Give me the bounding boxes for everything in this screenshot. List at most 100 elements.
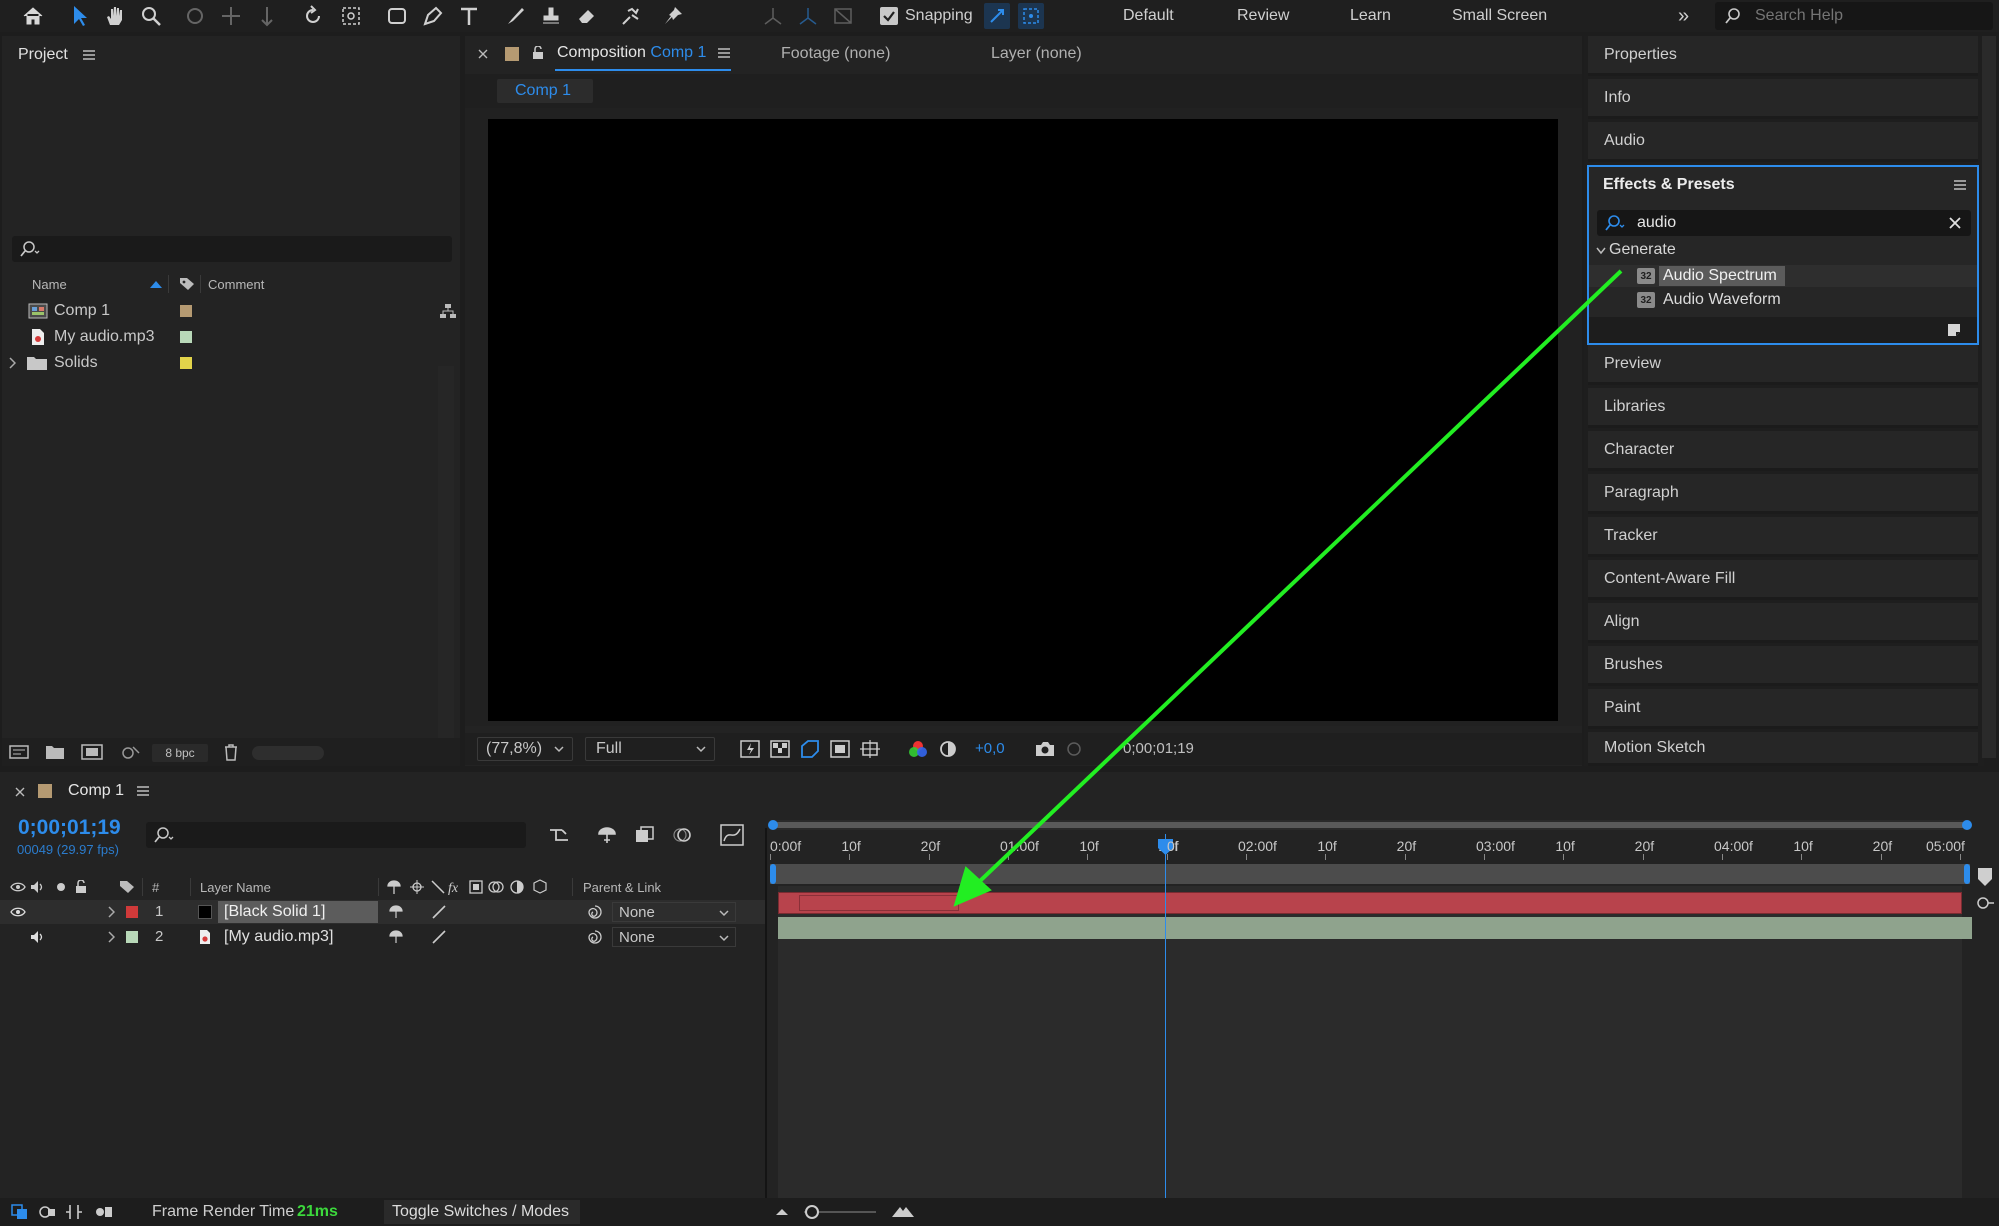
- orbit-tool-icon[interactable]: [182, 3, 208, 29]
- viewer-timecode[interactable]: 0;00;01;19: [1123, 740, 1194, 757]
- project-item-solids-folder[interactable]: Solids: [2, 350, 462, 376]
- label-color-swatch[interactable]: [180, 357, 192, 369]
- type-tool-icon[interactable]: [456, 3, 482, 29]
- eye-visibility-icon[interactable]: [10, 905, 26, 919]
- toggle-switches-modes-button[interactable]: Toggle Switches / Modes: [384, 1200, 580, 1224]
- selection-tool-icon[interactable]: [68, 2, 92, 30]
- transfer-controls-icon[interactable]: [38, 1203, 58, 1221]
- new-composition-icon[interactable]: [80, 743, 104, 761]
- brush-tool-icon[interactable]: [502, 3, 528, 29]
- effect-item-audio-spectrum[interactable]: 32 Audio Spectrum: [1589, 265, 1977, 287]
- comp-marker-bin-icon[interactable]: [1976, 866, 1994, 888]
- quality-switch-icon[interactable]: [430, 929, 448, 945]
- trash-icon[interactable]: [222, 742, 240, 762]
- brushes-panel-tab[interactable]: Brushes: [1588, 646, 1978, 686]
- libraries-panel-tab[interactable]: Libraries: [1588, 388, 1978, 428]
- navigator-start-handle[interactable]: [768, 820, 778, 830]
- home-icon[interactable]: [20, 4, 46, 28]
- track-end-icon[interactable]: [1974, 894, 1996, 912]
- navigator-end-handle[interactable]: [1962, 820, 1972, 830]
- panel-menu-icon[interactable]: [1953, 179, 1967, 191]
- axis-world-icon[interactable]: [795, 3, 821, 29]
- content-aware-fill-panel-tab[interactable]: Content-Aware Fill: [1588, 560, 1978, 600]
- in-out-columns-icon[interactable]: [64, 1203, 84, 1221]
- workspace-small-screen[interactable]: Small Screen: [1452, 0, 1547, 32]
- pan-camera-icon[interactable]: [218, 3, 244, 29]
- panel-menu-icon[interactable]: [82, 48, 96, 62]
- snap-edges-icon[interactable]: [984, 3, 1010, 29]
- new-folder-icon[interactable]: [44, 743, 66, 761]
- column-parent-header[interactable]: Parent & Link: [583, 880, 661, 895]
- project-settings-icon[interactable]: [118, 743, 142, 761]
- clear-search-icon[interactable]: [1947, 215, 1963, 231]
- audio-panel-tab[interactable]: Audio: [1588, 122, 1978, 162]
- exposure-value[interactable]: +0,0: [975, 740, 1005, 757]
- resolution-dropdown[interactable]: Full: [585, 737, 715, 761]
- axis-view-icon[interactable]: [830, 3, 856, 29]
- label-tag-icon[interactable]: [178, 276, 196, 292]
- puppet-pin-icon[interactable]: [660, 3, 686, 29]
- time-navigator-range[interactable]: [770, 822, 1970, 828]
- snapping-checkbox[interactable]: [880, 7, 898, 25]
- project-panel-title[interactable]: Project: [18, 46, 68, 64]
- mask-visibility-icon[interactable]: [799, 739, 821, 759]
- label-color-swatch[interactable]: [180, 331, 192, 343]
- layer-label-color[interactable]: [126, 931, 138, 943]
- layer-name[interactable]: [My audio.mp3]: [224, 926, 333, 948]
- column-number-header[interactable]: #: [152, 880, 159, 895]
- lock-header-icon[interactable]: [74, 879, 88, 895]
- character-panel-tab[interactable]: Character: [1588, 431, 1978, 471]
- time-ruler[interactable]: [770, 832, 1970, 858]
- workspace-review[interactable]: Review: [1237, 0, 1289, 32]
- work-area-end-handle[interactable]: [1964, 864, 1970, 884]
- workspace-default[interactable]: Default: [1123, 0, 1174, 32]
- timeline-comp-title[interactable]: Comp 1: [68, 782, 124, 800]
- workspace-learn[interactable]: Learn: [1350, 0, 1391, 32]
- effects-presets-title[interactable]: Effects & Presets: [1603, 176, 1735, 194]
- effect-group-generate[interactable]: Generate: [1609, 241, 1676, 259]
- label-tag-icon[interactable]: [118, 880, 136, 894]
- column-comment-header[interactable]: Comment: [208, 277, 264, 292]
- graph-editor-icon[interactable]: [718, 822, 746, 848]
- right-column-scrollbar[interactable]: [1982, 36, 1996, 758]
- close-tab-icon[interactable]: [477, 48, 489, 60]
- comp-flowchart-icon[interactable]: [546, 824, 572, 846]
- layer-row[interactable]: 1 [Black Solid 1] None: [0, 900, 765, 924]
- search-help-box[interactable]: [1715, 2, 1993, 30]
- layer-row[interactable]: 2 [My audio.mp3] None: [0, 925, 765, 949]
- rectangle-tool-icon[interactable]: [384, 3, 410, 29]
- layer-name[interactable]: [Black Solid 1]: [218, 901, 378, 923]
- shy-layers-icon[interactable]: [594, 824, 620, 846]
- new-preset-icon[interactable]: [1945, 321, 1963, 339]
- zoom-in-icon[interactable]: [890, 1202, 916, 1220]
- comp-subtab[interactable]: Comp 1: [497, 79, 593, 103]
- effects-search-input[interactable]: [1637, 213, 1937, 233]
- timeline-search-box[interactable]: [146, 822, 526, 848]
- layer-1-duration-bar[interactable]: [778, 892, 1962, 914]
- column-layer-name-header[interactable]: Layer Name: [200, 880, 271, 895]
- chevron-right-icon[interactable]: [106, 931, 116, 943]
- snapshot-camera-icon[interactable]: [1033, 739, 1057, 759]
- panel-menu-icon[interactable]: [717, 47, 731, 59]
- solo-header-icon[interactable]: [54, 880, 68, 894]
- rotate-tool-icon[interactable]: [300, 3, 326, 29]
- lock-icon[interactable]: [531, 45, 545, 61]
- zoom-out-icon[interactable]: [774, 1202, 790, 1220]
- effect-item-audio-waveform[interactable]: 32 Audio Waveform: [1589, 289, 1977, 311]
- axis-local-icon[interactable]: [760, 3, 786, 29]
- hand-tool-icon[interactable]: [102, 3, 128, 29]
- motion-blur-icon[interactable]: [670, 824, 696, 846]
- reset-exposure-icon[interactable]: [937, 739, 959, 759]
- eraser-tool-icon[interactable]: [574, 3, 600, 29]
- tracker-panel-tab[interactable]: Tracker: [1588, 517, 1978, 557]
- search-help-input[interactable]: [1755, 5, 1985, 27]
- transparency-grid-icon[interactable]: [769, 739, 791, 759]
- effects-search-box[interactable]: [1597, 210, 1971, 236]
- timeline-current-time[interactable]: 0;00;01;19: [18, 816, 121, 840]
- close-tab-icon[interactable]: [14, 786, 26, 798]
- project-item-comp[interactable]: Comp 1: [2, 298, 462, 324]
- fast-previews-icon[interactable]: [739, 739, 761, 759]
- clone-stamp-icon[interactable]: [538, 3, 564, 29]
- layer-tab[interactable]: Layer (none): [991, 45, 1082, 63]
- parent-dropdown[interactable]: None: [612, 902, 736, 922]
